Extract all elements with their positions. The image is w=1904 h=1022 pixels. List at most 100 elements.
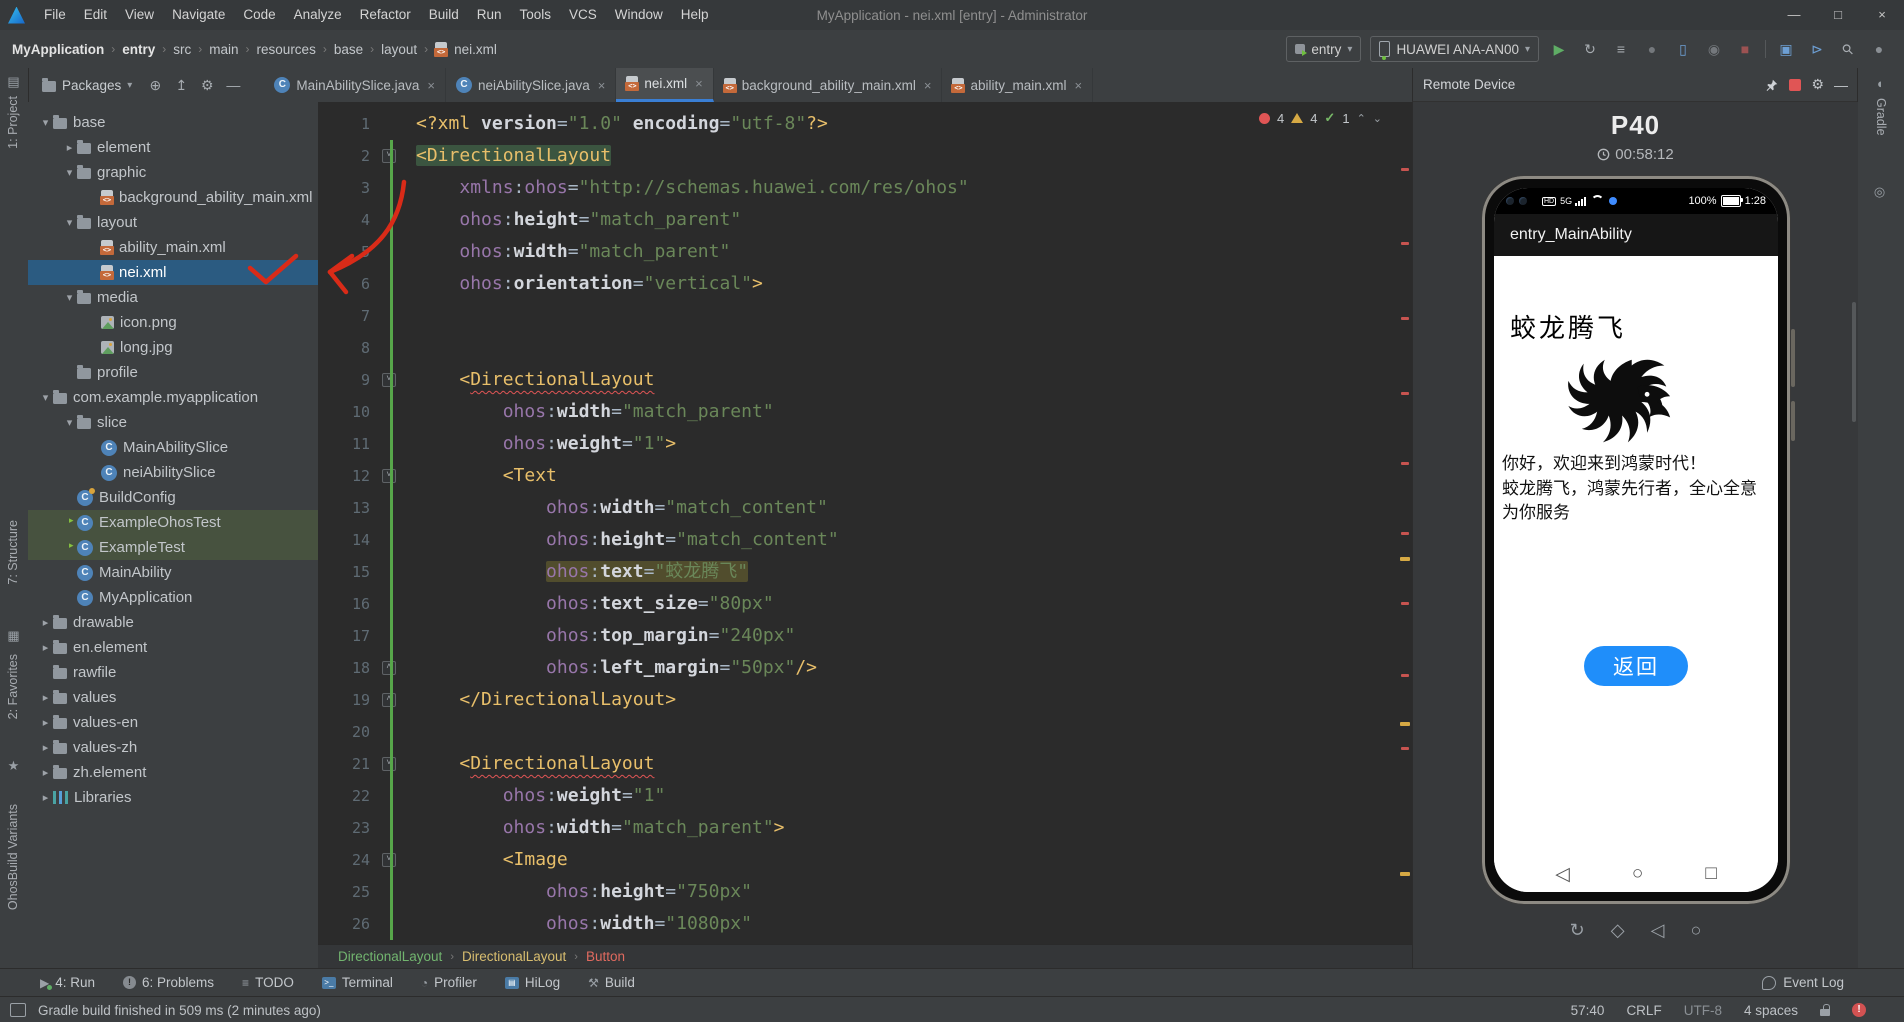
toolwindow-button-terminal[interactable]: >_ Terminal: [321, 975, 393, 990]
tab-nei.xml[interactable]: nei.xml ×: [616, 68, 714, 102]
fold-collapse-icon[interactable]: ˅: [382, 469, 396, 483]
maximize-button[interactable]: □: [1816, 0, 1860, 30]
previewer-icon[interactable]: ⊳: [1806, 41, 1828, 58]
toolwindow-tab-project[interactable]: 1: Project: [6, 96, 20, 149]
tree-item-com.example.myapplication[interactable]: ▾ com.example.myapplication: [28, 385, 318, 410]
fold-collapse-icon[interactable]: ˅: [382, 853, 396, 867]
fold-collapse-icon[interactable]: ˅: [382, 373, 396, 387]
breadcrumb-item-resources[interactable]: resources: [257, 42, 316, 57]
breadcrumb-item-main[interactable]: main: [209, 42, 238, 57]
tree-item-values-en[interactable]: ▸ values-en: [28, 710, 318, 735]
breadcrumb[interactable]: MyApplication › entry › src › main › resources › b…: [12, 41, 497, 57]
tag-icon[interactable]: ◇: [1611, 920, 1625, 941]
tree-expanded-arrow[interactable]: ▾: [62, 416, 77, 429]
profile-avatar-icon[interactable]: ●: [1868, 41, 1890, 57]
home-icon[interactable]: ○: [1690, 920, 1701, 941]
menu-run[interactable]: Run: [468, 0, 511, 30]
collapse-all-button[interactable]: ↥: [168, 77, 194, 94]
rotate-icon[interactable]: ↻: [1570, 920, 1585, 941]
panel-scrollbar[interactable]: [1852, 302, 1856, 422]
breadcrumb-item-nei.xml[interactable]: nei.xml: [454, 42, 497, 57]
toolwindow-tab-structure[interactable]: 7: Structure: [6, 520, 20, 585]
breadcrumb-item-MyApplication[interactable]: MyApplication: [12, 42, 104, 57]
indent-setting[interactable]: 4 spaces: [1744, 1003, 1798, 1018]
fold-end-icon[interactable]: ˄: [382, 693, 396, 707]
panel-settings-gear-icon[interactable]: ⚙: [1811, 76, 1824, 93]
close-icon[interactable]: ×: [427, 78, 435, 93]
pin-icon[interactable]: [1765, 78, 1779, 92]
menu-build[interactable]: Build: [420, 0, 468, 30]
breadcrumb-item-src[interactable]: src: [173, 42, 191, 57]
tree-item-icon.png[interactable]: icon.png: [28, 310, 318, 335]
stop-device-button[interactable]: [1789, 78, 1802, 91]
prev-error-button[interactable]: ⌃: [1357, 112, 1366, 125]
search-everywhere-icon[interactable]: ⚲: [1834, 35, 1862, 63]
caret-position[interactable]: 57:40: [1571, 1003, 1605, 1018]
tree-item-slice[interactable]: ▾ slice: [28, 410, 318, 435]
menu-file[interactable]: File: [35, 0, 75, 30]
toolwindow-tab-gradle[interactable]: Gradle: [1874, 98, 1888, 136]
tree-item-graphic[interactable]: ▾ graphic: [28, 160, 318, 185]
tree-item-zh.element[interactable]: ▸ zh.element: [28, 760, 318, 785]
line-ending[interactable]: CRLF: [1626, 1003, 1661, 1018]
device-debug-icon[interactable]: ▯: [1672, 41, 1694, 58]
next-error-button[interactable]: ⌄: [1373, 112, 1382, 125]
tab-MainAbilitySlice.java[interactable]: MainAbilitySlice.java ×: [264, 68, 446, 102]
lock-icon[interactable]: [1820, 1004, 1830, 1016]
close-button[interactable]: ×: [1860, 0, 1904, 30]
settings-gear-icon[interactable]: ⚙: [194, 77, 220, 94]
close-icon[interactable]: ×: [1074, 78, 1082, 93]
toolwindow-anchor-icon[interactable]: [10, 1003, 26, 1017]
notification-badge[interactable]: !: [1852, 1003, 1866, 1017]
xml-crumb-DirectionalLayout[interactable]: DirectionalLayout: [338, 949, 442, 964]
test-debug-icon[interactable]: ◉: [1703, 41, 1725, 58]
tree-item-MainAbility[interactable]: MainAbility: [28, 560, 318, 585]
breadcrumb-item-base[interactable]: base: [334, 42, 363, 57]
breadcrumb-item-layout[interactable]: layout: [381, 42, 417, 57]
tree-collapsed-arrow[interactable]: ▸: [38, 616, 53, 629]
tree-collapsed-arrow[interactable]: ▸: [38, 691, 53, 704]
minimize-button[interactable]: —: [1772, 0, 1816, 30]
tree-collapsed-arrow[interactable]: ▸: [38, 766, 53, 779]
tree-item-en.element[interactable]: ▸ en.element: [28, 635, 318, 660]
xml-crumb-DirectionalLayout[interactable]: DirectionalLayout: [462, 949, 566, 964]
tree-item-nei.xml[interactable]: nei.xml: [28, 260, 318, 285]
toolwindow-button-todo[interactable]: ≡ TODO: [242, 975, 294, 990]
phone-screen[interactable]: HD 5G 100% 1:28 entry_MainAbility 蛟龙腾飞 你…: [1494, 188, 1778, 892]
menu-navigate[interactable]: Navigate: [163, 0, 234, 30]
app-back-button[interactable]: 返回: [1584, 646, 1688, 686]
tree-expanded-arrow[interactable]: ▾: [62, 291, 77, 304]
error-stripe-scrollbar[interactable]: [1398, 102, 1412, 944]
tree-item-values-zh[interactable]: ▸ values-zh: [28, 735, 318, 760]
coverage-icon[interactable]: ≡: [1610, 41, 1632, 57]
tree-collapsed-arrow[interactable]: ▸: [38, 741, 53, 754]
toolwindow-button-problems[interactable]: ! 6: Problems: [123, 975, 214, 990]
tree-item-values[interactable]: ▸ values: [28, 685, 318, 710]
menu-code[interactable]: Code: [234, 0, 284, 30]
minimize-panel-button[interactable]: —: [1834, 77, 1848, 93]
fold-collapse-icon[interactable]: ˅: [382, 149, 396, 163]
tree-item-neiAbilitySlice[interactable]: neiAbilitySlice: [28, 460, 318, 485]
xml-crumb-Button[interactable]: Button: [586, 949, 625, 964]
toolwindow-button-profiler[interactable]: ◔ Profiler: [421, 975, 477, 990]
device-select[interactable]: HUAWEI ANA-AN00 ▾: [1370, 36, 1539, 62]
fold-end-icon[interactable]: ˄: [382, 661, 396, 675]
toolwindow-button-hilog[interactable]: ▤ HiLog: [504, 975, 560, 990]
debug-icon[interactable]: ●: [1641, 41, 1663, 57]
tree-collapsed-arrow[interactable]: ▸: [38, 716, 53, 729]
phone-home-icon[interactable]: ○: [1632, 863, 1643, 885]
tree-item-Libraries[interactable]: ▸ Libraries: [28, 785, 318, 810]
tree-item-ability_main.xml[interactable]: ability_main.xml: [28, 235, 318, 260]
tree-collapsed-arrow[interactable]: ▸: [62, 141, 77, 154]
toolwindow-tab-favorites[interactable]: 2: Favorites: [6, 654, 20, 719]
tree-item-ExampleOhosTest[interactable]: ExampleOhosTest: [28, 510, 318, 535]
tree-expanded-arrow[interactable]: ▾: [62, 166, 77, 179]
tree-collapsed-arrow[interactable]: ▸: [38, 791, 53, 804]
back-icon[interactable]: ◁: [1651, 920, 1665, 941]
tree-item-element[interactable]: ▸ element: [28, 135, 318, 160]
close-icon[interactable]: ×: [695, 76, 703, 91]
close-icon[interactable]: ×: [924, 78, 932, 93]
fold-collapse-icon[interactable]: ˅: [382, 757, 396, 771]
project-view-mode-select[interactable]: Packages ▾: [28, 77, 142, 93]
run-config-select[interactable]: entry ▾: [1286, 36, 1362, 62]
